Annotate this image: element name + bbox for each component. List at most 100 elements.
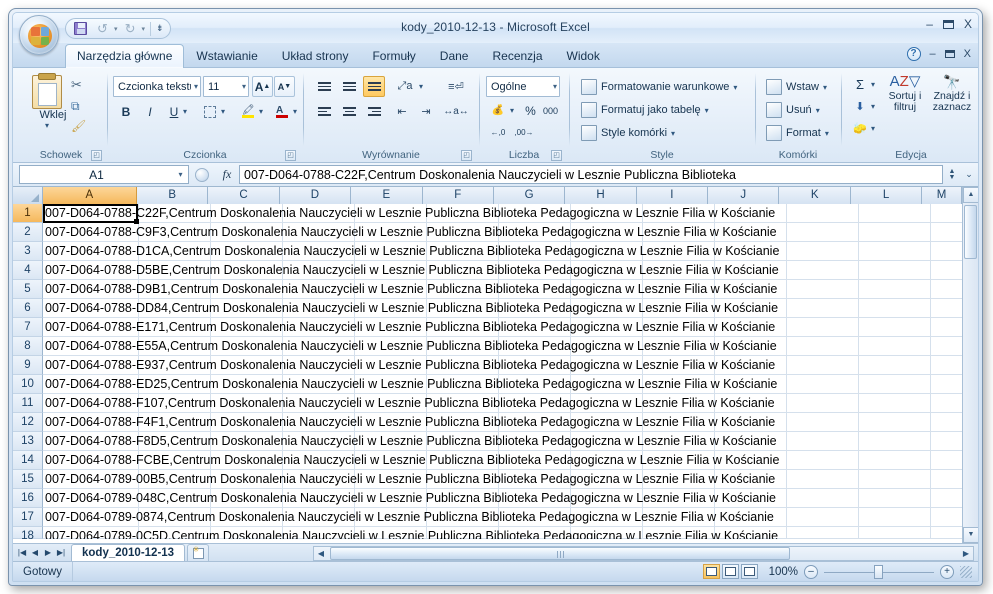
accounting-format-button[interactable]: 💰 xyxy=(486,100,510,121)
scroll-left-button[interactable]: ◀ xyxy=(314,549,328,558)
italic-button[interactable]: I xyxy=(139,101,161,122)
table-row[interactable]: 8 007-D064-0788-E55A,Centrum Doskonalenia… xyxy=(13,337,971,356)
tab-data[interactable]: Dane xyxy=(428,44,481,68)
insert-function-button[interactable]: fx xyxy=(215,167,239,182)
row-cells[interactable]: 007-D064-0789-00B5,Centrum Doskonalenia … xyxy=(43,470,971,489)
paste-dropdown-icon[interactable]: ▾ xyxy=(27,121,67,130)
column-header-m[interactable]: M xyxy=(922,187,962,204)
restore-workbook-button[interactable] xyxy=(944,50,955,58)
fill-dropdown-icon[interactable]: ▾ xyxy=(871,102,875,111)
row-header-2[interactable]: 2 xyxy=(13,223,43,242)
tab-page-layout[interactable]: Układ strony xyxy=(270,44,361,68)
underline-button[interactable]: U xyxy=(163,101,185,122)
column-header-k[interactable]: K xyxy=(779,187,851,204)
scroll-down-button[interactable]: ▼ xyxy=(963,527,978,543)
table-row[interactable]: 9 007-D064-0788-E937,Centrum Doskonalenia… xyxy=(13,356,971,375)
comma-format-button[interactable]: 000 xyxy=(540,100,561,121)
column-header-a[interactable]: A xyxy=(42,187,137,204)
row-cells[interactable]: 007-D064-0789-0874,Centrum Doskonalenia … xyxy=(43,508,971,527)
undo-dropdown-icon[interactable]: ▾ xyxy=(114,25,118,33)
row-header-17[interactable]: 17 xyxy=(13,508,43,527)
horizontal-scrollbar[interactable]: ◀ ▶ xyxy=(313,546,974,561)
minimize-button[interactable]: – xyxy=(926,17,933,31)
decrease-decimal-button[interactable]: ,00→ xyxy=(512,122,536,143)
table-row[interactable]: 14 007-D064-0788-FCBE,Centrum Doskonaleni… xyxy=(13,451,971,470)
minimize-workbook-button[interactable]: – xyxy=(930,48,936,60)
align-top-button[interactable] xyxy=(313,76,335,97)
name-box-dropdown-icon[interactable]: ▾ xyxy=(173,170,188,179)
row-cells[interactable]: 007-D064-0788-FCBE,Centrum Doskonalenia … xyxy=(43,451,971,470)
chevron-down-icon[interactable]: ▾ xyxy=(733,83,737,92)
column-header-l[interactable]: L xyxy=(850,187,923,204)
column-header-e[interactable]: E xyxy=(351,187,423,204)
align-bottom-button[interactable] xyxy=(363,76,385,97)
merge-center-button[interactable]: ↔a↔ xyxy=(443,101,469,122)
bold-button[interactable]: B xyxy=(115,101,137,122)
table-row[interactable]: 7 007-D064-0788-E171,Centrum Doskonalenia… xyxy=(13,318,971,337)
row-header-4[interactable]: 4 xyxy=(13,261,43,280)
font-color-dropdown-icon[interactable]: ▾ xyxy=(293,107,297,116)
next-sheet-button[interactable]: ▶ xyxy=(42,548,54,557)
column-header-f[interactable]: F xyxy=(422,187,494,204)
autosum-button[interactable]: Σ xyxy=(849,74,871,95)
font-size-input[interactable]: 11 ▾ xyxy=(203,76,249,97)
undo-button[interactable]: ↺ xyxy=(93,20,112,37)
underline-dropdown-icon[interactable]: ▾ xyxy=(183,107,187,116)
restore-button[interactable] xyxy=(942,19,954,29)
tab-view[interactable]: Widok xyxy=(555,44,612,68)
row-cells[interactable]: 007-D064-0788-E55A,Centrum Doskonalenia … xyxy=(43,337,971,356)
alignment-dialog-launcher[interactable]: ◰ xyxy=(461,150,472,161)
scroll-right-button[interactable]: ▶ xyxy=(959,549,973,558)
table-row[interactable]: 11 007-D064-0788-F107,Centrum Doskonaleni… xyxy=(13,394,971,413)
tab-insert[interactable]: Wstawianie xyxy=(184,44,269,68)
table-row[interactable]: 3 007-D064-0788-D1CA,Centrum Doskonalenia… xyxy=(13,242,971,261)
percent-format-button[interactable]: % xyxy=(521,100,540,121)
borders-dropdown-icon[interactable]: ▾ xyxy=(221,107,225,116)
paste-button[interactable]: Wklej ▾ xyxy=(27,73,67,130)
format-painter-button[interactable]: 🖌 xyxy=(71,117,86,135)
cut-button[interactable]: ✂ xyxy=(71,76,82,94)
horizontal-scroll-thumb[interactable] xyxy=(330,547,790,560)
prev-sheet-button[interactable]: ◀ xyxy=(29,548,41,557)
row-header-5[interactable]: 5 xyxy=(13,280,43,299)
row-cells[interactable]: 007-D064-0788-D1CA,Centrum Doskonalenia … xyxy=(43,242,971,261)
conditional-formatting-button[interactable]: Formatowanie warunkowe ▾ xyxy=(577,76,741,98)
format-as-table-button[interactable]: Formatuj jako tabelę ▾ xyxy=(577,99,713,121)
decrease-indent-button[interactable]: ⇤ xyxy=(391,101,413,122)
row-header-1[interactable]: 1 xyxy=(13,204,43,223)
row-cells[interactable]: 007-D064-0788-DD84,Centrum Doskonalenia … xyxy=(43,299,971,318)
table-row[interactable]: 2 007-D064-0788-C9F3,Centrum Doskonalenia… xyxy=(13,223,971,242)
copy-button[interactable]: ⧉ xyxy=(71,97,80,115)
row-cells[interactable]: 007-D064-0788-F107,Centrum Doskonalenia … xyxy=(43,394,971,413)
wrap-text-button[interactable]: ≡⏎ xyxy=(443,76,469,97)
align-center-button[interactable] xyxy=(338,101,360,122)
view-page-layout-button[interactable] xyxy=(722,564,739,579)
row-cells[interactable]: 007-D064-0788-C22F,Centrum Doskonalenia … xyxy=(43,204,971,223)
table-row[interactable]: 1 007-D064-0788-C22F,Centrum Doskonalenia… xyxy=(13,204,971,223)
chevron-down-icon[interactable]: ▾ xyxy=(816,106,820,115)
column-header-j[interactable]: J xyxy=(708,187,780,204)
resize-grip-icon[interactable] xyxy=(960,565,972,578)
font-name-input[interactable]: Czcionka tekstu ▾ xyxy=(113,76,201,97)
row-header-6[interactable]: 6 xyxy=(13,299,43,318)
row-header-14[interactable]: 14 xyxy=(13,451,43,470)
scroll-up-button[interactable]: ▲ xyxy=(963,187,978,203)
row-cells[interactable]: 007-D064-0788-F4F1,Centrum Doskonalenia … xyxy=(43,413,971,432)
delete-cells-button[interactable]: Usuń ▾ xyxy=(762,99,824,121)
font-size-dropdown-icon[interactable]: ▾ xyxy=(239,82,246,91)
table-row[interactable]: 6 007-D064-0788-DD84,Centrum Doskonalenia… xyxy=(13,299,971,318)
align-left-button[interactable] xyxy=(313,101,335,122)
sort-filter-button[interactable]: AZ▽ Sortuj i filtruj xyxy=(883,73,927,113)
row-header-11[interactable]: 11 xyxy=(13,394,43,413)
vertical-scrollbar[interactable]: ▲ ▼ xyxy=(962,187,978,543)
column-header-h[interactable]: H xyxy=(565,187,637,204)
table-row[interactable]: 17 007-D064-0789-0874,Centrum Doskonaleni… xyxy=(13,508,971,527)
row-cells[interactable]: 007-D064-0788-C9F3,Centrum Doskonalenia … xyxy=(43,223,971,242)
clear-button[interactable]: 🧽 xyxy=(849,118,871,139)
fill-color-button[interactable]: 🖍 xyxy=(237,101,259,122)
font-dialog-launcher[interactable]: ◰ xyxy=(285,150,296,161)
tab-review[interactable]: Recenzja xyxy=(480,44,554,68)
insert-cells-button[interactable]: Wstaw ▾ xyxy=(762,76,831,98)
number-format-dropdown-icon[interactable]: ▾ xyxy=(550,82,557,91)
row-header-9[interactable]: 9 xyxy=(13,356,43,375)
